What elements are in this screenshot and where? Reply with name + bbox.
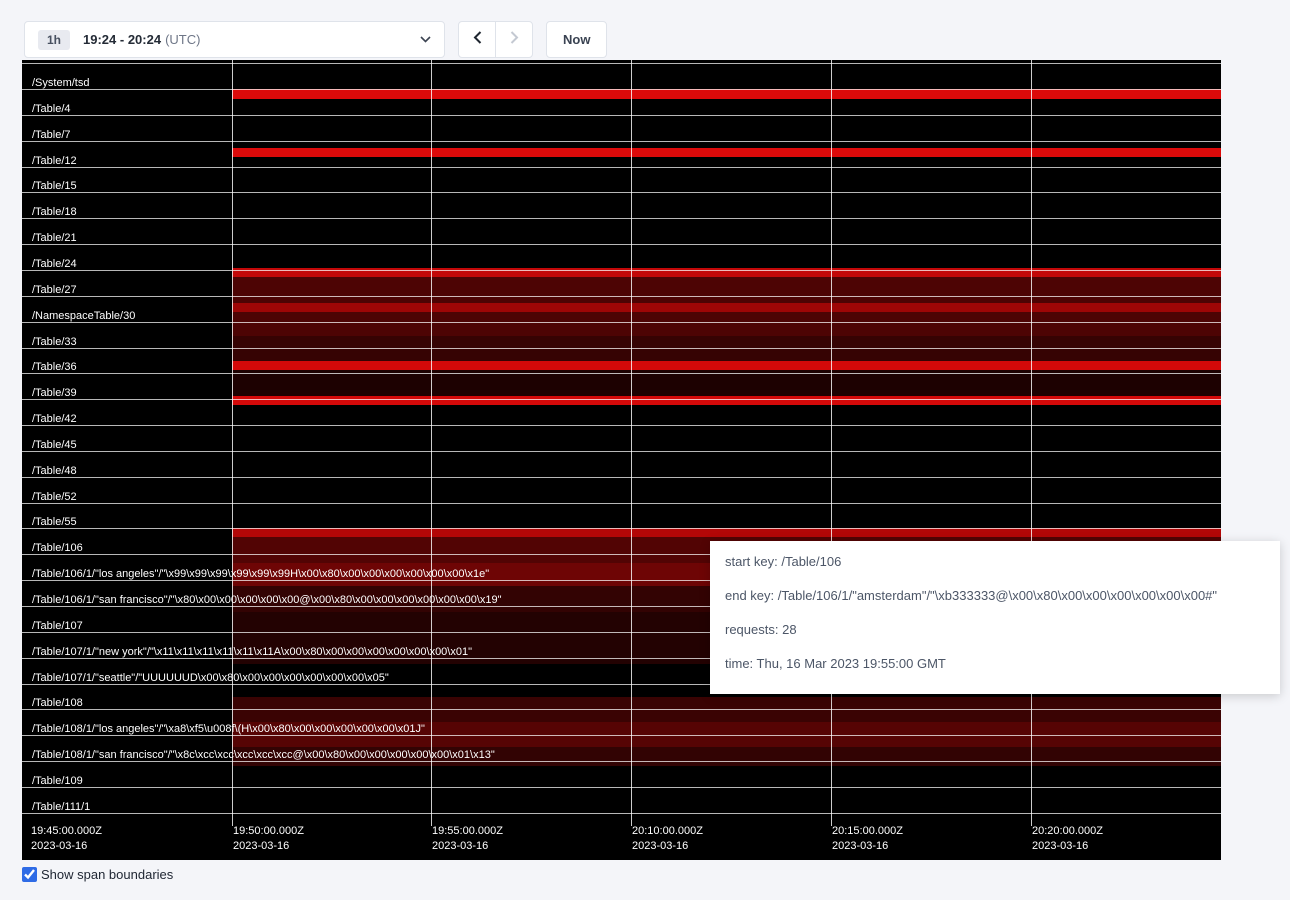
row-label: /Table/108/1/"los angeles"/"\xa8\xf5\u00… bbox=[32, 722, 425, 736]
row-label: /Table/55 bbox=[32, 515, 77, 529]
span-boundary-line bbox=[22, 503, 1221, 504]
heat-band bbox=[232, 396, 1221, 405]
tooltip-line: time: Thu, 16 Mar 2023 19:55:00 GMT bbox=[725, 655, 1265, 672]
time-gridline bbox=[831, 60, 832, 826]
span-boundary-line bbox=[22, 322, 1221, 323]
span-boundary-line bbox=[22, 787, 1221, 788]
time-range-duration-badge: 1h bbox=[38, 30, 70, 50]
x-axis-date-label: 2023-03-16 bbox=[1032, 840, 1088, 852]
row-label: /Table/107/1/"seattle"/"UUUUUUD\x00\x80\… bbox=[32, 671, 389, 685]
span-boundary-line bbox=[22, 296, 1221, 297]
row-label: /System/tsd bbox=[32, 76, 89, 90]
span-boundary-line bbox=[22, 399, 1221, 400]
row-label: /Table/107/1/"new york"/"\x11\x11\x11\x1… bbox=[32, 645, 472, 659]
time-range-selector[interactable]: 1h 19:24 - 20:24 (UTC) bbox=[24, 21, 445, 58]
row-label: /Table/42 bbox=[32, 412, 77, 426]
heat-band bbox=[232, 303, 1221, 312]
row-label: /Table/12 bbox=[32, 154, 77, 168]
chevron-left-icon bbox=[473, 31, 482, 49]
row-label: /Table/33 bbox=[32, 335, 77, 349]
x-axis-time-label: 20:10:00.000Z bbox=[632, 825, 703, 837]
x-axis-date-label: 2023-03-16 bbox=[233, 840, 289, 852]
heat-band bbox=[232, 336, 1221, 361]
row-label: /Table/106/1/"los angeles"/"\x99\x99\x99… bbox=[32, 567, 489, 581]
row-label: /Table/27 bbox=[32, 283, 77, 297]
heat-band bbox=[232, 361, 1221, 370]
x-axis-time-label: 19:45:00.000Z bbox=[31, 825, 102, 837]
span-tooltip: start key: /Table/106 end key: /Table/106… bbox=[710, 541, 1280, 694]
span-boundary-line bbox=[22, 425, 1221, 426]
key-visualizer-page: 1h 19:24 - 20:24 (UTC) Now /System/tsd/T… bbox=[0, 0, 1290, 900]
chevron-right-icon bbox=[510, 31, 519, 49]
span-boundary-line bbox=[22, 63, 1221, 64]
x-axis-date-label: 2023-03-16 bbox=[432, 840, 488, 852]
span-boundary-line bbox=[22, 477, 1221, 478]
row-label: /Table/107 bbox=[32, 619, 83, 633]
x-axis-time-label: 19:50:00.000Z bbox=[233, 825, 304, 837]
row-label: /Table/45 bbox=[32, 438, 77, 452]
heat-band bbox=[232, 148, 1221, 157]
row-label: /Table/39 bbox=[32, 386, 77, 400]
show-span-boundaries-label: Show span boundaries bbox=[41, 867, 173, 882]
span-boundary-line bbox=[22, 192, 1221, 193]
span-boundary-line bbox=[22, 813, 1221, 814]
row-label: /Table/52 bbox=[32, 490, 77, 504]
row-label: /Table/15 bbox=[32, 179, 77, 193]
x-axis-date-label: 2023-03-16 bbox=[31, 840, 87, 852]
tooltip-line: start key: /Table/106 bbox=[725, 553, 1265, 570]
span-boundary-line bbox=[22, 218, 1221, 219]
row-label: /Table/108 bbox=[32, 696, 83, 710]
show-span-boundaries-checkbox[interactable] bbox=[22, 867, 37, 882]
row-label: /Table/109 bbox=[32, 774, 83, 788]
time-nav-group bbox=[458, 21, 533, 58]
time-gridline bbox=[1031, 60, 1032, 826]
chevron-down-icon bbox=[420, 36, 431, 43]
row-label: /Table/21 bbox=[32, 231, 77, 245]
row-label: /Table/48 bbox=[32, 464, 77, 478]
row-label: /Table/106/1/"san francisco"/"\x80\x00\x… bbox=[32, 593, 502, 607]
x-axis-date-label: 2023-03-16 bbox=[632, 840, 688, 852]
x-axis-time-label: 19:55:00.000Z bbox=[432, 825, 503, 837]
heat-band bbox=[232, 312, 1221, 336]
time-range-text: 19:24 - 20:24 bbox=[83, 32, 161, 47]
time-range-timezone: (UTC) bbox=[165, 32, 200, 47]
heat-band bbox=[232, 89, 1221, 99]
x-axis-date-label: 2023-03-16 bbox=[832, 840, 888, 852]
row-label: /NamespaceTable/30 bbox=[32, 309, 135, 323]
row-label: /Table/111/1 bbox=[32, 800, 90, 814]
time-gridline bbox=[431, 60, 432, 826]
next-time-button[interactable] bbox=[495, 21, 533, 58]
span-boundary-line bbox=[22, 528, 1221, 529]
span-boundary-line bbox=[22, 348, 1221, 349]
span-boundary-line bbox=[22, 709, 1221, 710]
span-boundary-line bbox=[22, 167, 1221, 168]
span-boundary-line bbox=[22, 270, 1221, 271]
row-label: /Table/106 bbox=[32, 541, 83, 555]
time-gridline bbox=[631, 60, 632, 826]
row-label: /Table/108/1/"san francisco"/"\x8c\xcc\x… bbox=[32, 748, 495, 762]
span-boundary-line bbox=[22, 115, 1221, 116]
now-button[interactable]: Now bbox=[546, 21, 607, 58]
span-boundary-line bbox=[22, 244, 1221, 245]
x-axis-time-label: 20:15:00.000Z bbox=[832, 825, 903, 837]
span-boundary-line bbox=[22, 141, 1221, 142]
row-label: /Table/36 bbox=[32, 360, 77, 374]
row-label: /Table/24 bbox=[32, 257, 77, 271]
span-boundary-line bbox=[22, 89, 1221, 90]
footer-controls: Show span boundaries bbox=[22, 867, 173, 882]
tooltip-line: requests: 28 bbox=[725, 621, 1265, 638]
row-label: /Table/7 bbox=[32, 128, 71, 142]
previous-time-button[interactable] bbox=[458, 21, 496, 58]
time-gridline bbox=[232, 60, 233, 826]
tooltip-line: end key: /Table/106/1/"amsterdam"/"\xb33… bbox=[725, 587, 1265, 604]
heatmap-canvas[interactable]: /System/tsd/Table/4/Table/7/Table/12/Tab… bbox=[22, 60, 1221, 860]
row-label: /Table/4 bbox=[32, 102, 71, 116]
x-axis-time-label: 20:20:00.000Z bbox=[1032, 825, 1103, 837]
heat-band bbox=[232, 277, 1221, 303]
span-boundary-line bbox=[22, 373, 1221, 374]
row-label: /Table/18 bbox=[32, 205, 77, 219]
span-boundary-line bbox=[22, 451, 1221, 452]
